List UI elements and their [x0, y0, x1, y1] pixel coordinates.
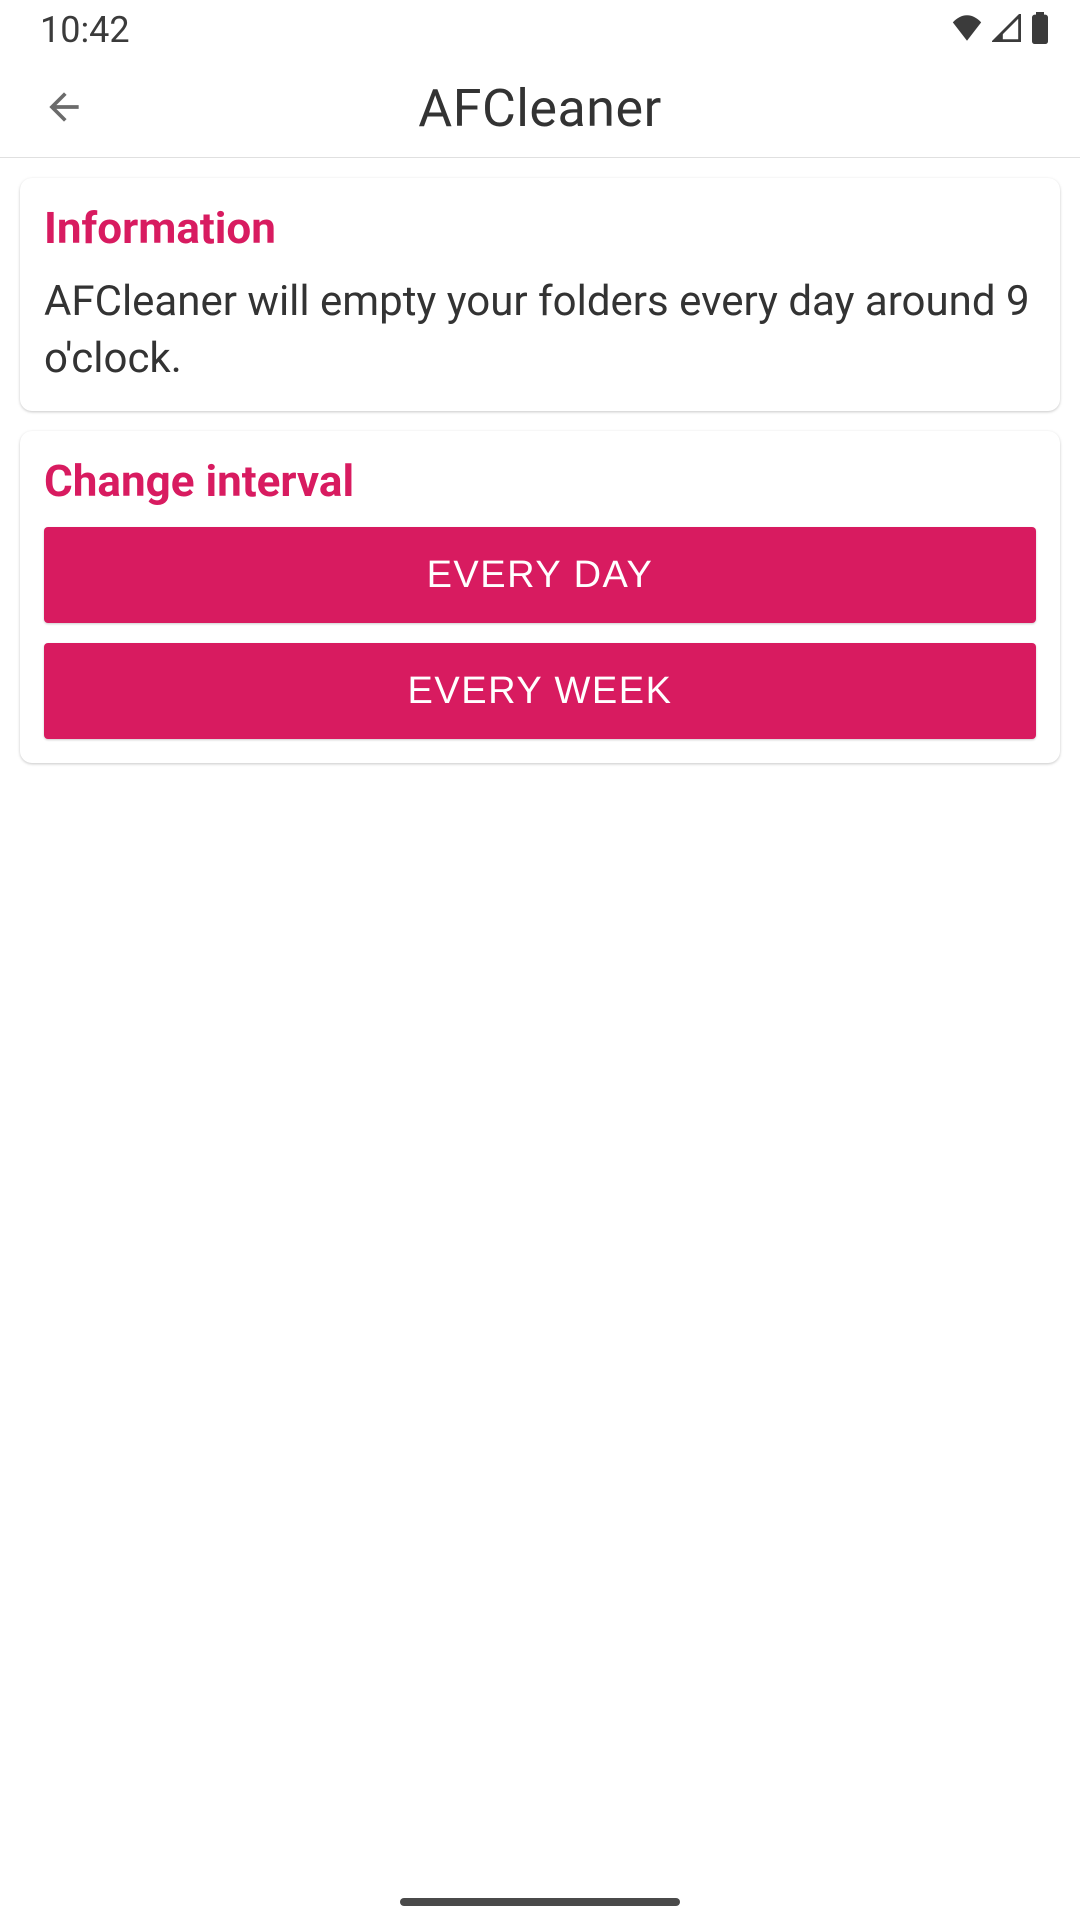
- every-week-button[interactable]: EVERY WEEK: [44, 643, 1036, 739]
- status-icons: [950, 12, 1050, 48]
- battery-icon: [1030, 12, 1050, 48]
- interval-button-group: EVERY DAY EVERY WEEK: [44, 527, 1036, 739]
- change-interval-card: Change interval EVERY DAY EVERY WEEK: [20, 431, 1060, 763]
- wifi-icon: [950, 15, 984, 45]
- change-interval-card-title: Change interval: [44, 455, 1036, 507]
- information-card-body: AFCleaner will empty your folders every …: [44, 274, 1036, 387]
- cellular-icon: [992, 14, 1022, 46]
- status-time: 10:42: [40, 9, 130, 51]
- information-card: Information AFCleaner will empty your fo…: [20, 178, 1060, 411]
- back-button[interactable]: [30, 73, 98, 145]
- page-title: AFCleaner: [0, 78, 1080, 139]
- arrow-left-icon: [42, 85, 86, 133]
- information-card-title: Information: [44, 202, 1036, 254]
- main-content: Information AFCleaner will empty your fo…: [0, 158, 1080, 783]
- app-bar: AFCleaner: [0, 60, 1080, 158]
- navigation-handle[interactable]: [400, 1898, 680, 1906]
- status-bar: 10:42: [0, 0, 1080, 60]
- every-day-button[interactable]: EVERY DAY: [44, 527, 1036, 623]
